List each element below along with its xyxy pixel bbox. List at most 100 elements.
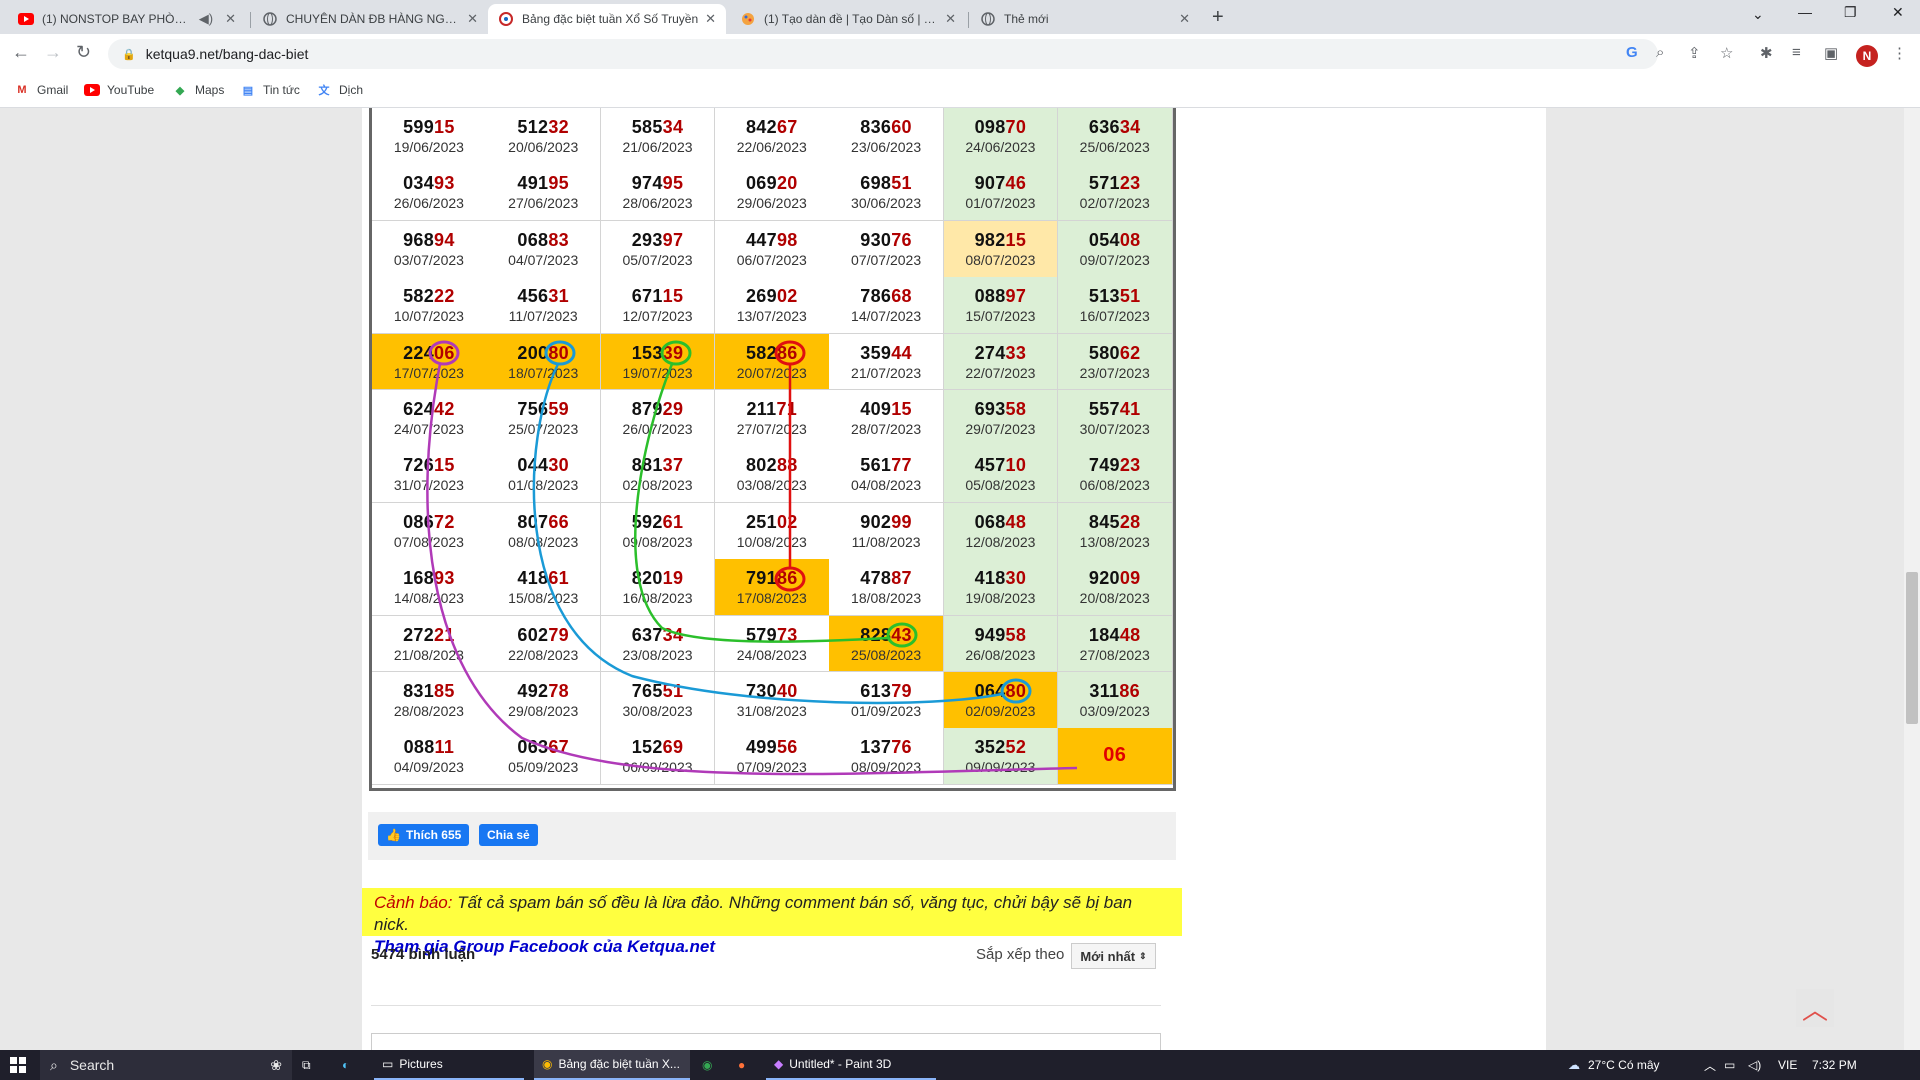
result-prefix: 491 xyxy=(517,173,549,194)
bookmark-news[interactable]: ▤ Tin tức xyxy=(240,83,300,97)
result-prefix: 064 xyxy=(974,681,1006,701)
taskbar-app-paint3d[interactable]: ◆ Untitled* - Paint 3D xyxy=(766,1050,936,1080)
taskbar-search[interactable]: ⌕ Search ❀ xyxy=(40,1050,292,1080)
facebook-share-button[interactable]: Chia sẻ xyxy=(479,824,538,846)
speaker-icon[interactable]: ◀) xyxy=(199,11,213,27)
task-view-icon[interactable]: ⧉ xyxy=(302,1050,311,1080)
extensions-icon[interactable]: ✱ xyxy=(1760,44,1773,62)
bookmark-gmail[interactable]: M Gmail xyxy=(14,83,68,97)
close-tab-icon[interactable]: ✕ xyxy=(467,11,478,27)
result-prefix: 671 xyxy=(631,286,663,307)
edge-icon[interactable]: ◐ xyxy=(342,1050,349,1080)
result-date: 03/07/2023 xyxy=(393,251,464,268)
result-prefix: 836 xyxy=(860,117,892,137)
windows-start-icon[interactable] xyxy=(10,1050,26,1080)
result-date: 17/08/2023 xyxy=(736,590,807,607)
result-last-two: 99 xyxy=(891,511,912,532)
result-prefix: 637 xyxy=(631,624,663,645)
minimize-button[interactable]: — xyxy=(1798,4,1812,20)
profile-avatar[interactable]: N xyxy=(1856,45,1878,67)
facebook-like-button[interactable]: 👍 Thích 655 xyxy=(378,824,470,846)
result-cell: 88137 02/08/2023 xyxy=(600,446,716,504)
result-cell: 21171 27/07/2023 xyxy=(714,390,830,447)
bookmark-translate[interactable]: 文 Dịch xyxy=(316,83,364,97)
media-control-icon[interactable]: ≡ xyxy=(1792,44,1801,61)
result-number: 76551 xyxy=(601,672,715,702)
network-icon[interactable]: ▭ xyxy=(1724,1050,1735,1080)
restore-button[interactable]: ❐ xyxy=(1844,4,1857,21)
menu-icon[interactable]: ⋮ xyxy=(1892,44,1907,62)
taskbar-app-chrome[interactable]: ◉ Bảng đặc biệt tuần X... xyxy=(534,1050,690,1080)
chrome-green-icon[interactable]: ◉ xyxy=(702,1050,712,1080)
google-lens-icon[interactable]: G xyxy=(1626,44,1638,61)
share-icon[interactable]: ⇪ xyxy=(1688,44,1701,62)
search-placeholder: Search xyxy=(69,1057,115,1073)
result-number: 13776 xyxy=(829,728,943,758)
address-bar[interactable]: 🔒 ketqua9.net/bang-dac-biet xyxy=(108,39,1658,69)
result-date: 09/08/2023 xyxy=(622,533,693,550)
result-date: 19/06/2023 xyxy=(393,139,464,155)
result-number: 47887 xyxy=(829,559,943,589)
firefox-icon[interactable]: ● xyxy=(738,1050,745,1080)
tab-chuyen-dan[interactable]: CHUYÊN DÀN ĐB HÀNG NGÀY X ✕ xyxy=(252,4,488,34)
tab-bang-dac-biet[interactable]: Bảng đặc biệt tuần Xổ Số Truyền ✕ xyxy=(488,4,726,34)
bookmark-maps[interactable]: ◆ Maps xyxy=(172,83,225,97)
result-number: 63634 xyxy=(1058,108,1172,138)
result-cell: 03493 26/06/2023 xyxy=(372,164,487,222)
result-number: 96894 xyxy=(372,221,486,251)
app-label: Untitled* - Paint 3D xyxy=(789,1057,892,1071)
new-tab-button[interactable]: + xyxy=(1212,6,1224,29)
close-tab-icon[interactable]: ✕ xyxy=(945,11,956,27)
result-date: 05/09/2023 xyxy=(508,759,579,776)
result-cell: 79186 17/08/2023 xyxy=(714,559,830,617)
tab-search-icon[interactable]: ⌄ xyxy=(1752,6,1764,23)
clock[interactable]: 7:32 PM xyxy=(1812,1050,1857,1080)
result-date: 06/08/2023 xyxy=(1079,477,1150,494)
gmail-icon: M xyxy=(17,84,27,96)
back-icon[interactable]: ← xyxy=(12,42,30,63)
result-cell: 51232 20/06/2023 xyxy=(486,108,602,165)
scrollbar-thumb[interactable] xyxy=(1906,572,1918,724)
result-number: 80288 xyxy=(715,446,829,476)
result-cell: 47887 18/08/2023 xyxy=(829,559,944,617)
result-cell: 87929 26/07/2023 xyxy=(600,390,716,447)
result-number: 93076 xyxy=(829,221,943,251)
side-panel-icon[interactable]: ▣ xyxy=(1824,44,1838,62)
tray-chevron-icon[interactable]: ︿ xyxy=(1704,1050,1716,1080)
result-cell: 82019 16/08/2023 xyxy=(600,559,716,617)
result-number: 58062 xyxy=(1058,334,1172,364)
result-cell: 49195 27/06/2023 xyxy=(486,164,602,222)
zoom-icon[interactable]: ⌕ xyxy=(1656,44,1664,61)
result-number: 16893 xyxy=(372,559,486,589)
close-window-button[interactable]: ✕ xyxy=(1892,4,1904,21)
close-tab-icon[interactable]: ✕ xyxy=(225,11,236,27)
result-date: 15/08/2023 xyxy=(508,590,579,607)
input-language[interactable]: VIE xyxy=(1778,1050,1797,1080)
result-last-two: 73 xyxy=(776,624,798,645)
bookmark-star-icon[interactable]: ☆ xyxy=(1720,44,1733,62)
result-prefix: 879 xyxy=(631,399,663,419)
volume-icon[interactable]: ◁) xyxy=(1748,1050,1761,1080)
taskbar-app-pictures[interactable]: ▭ Pictures xyxy=(374,1050,524,1080)
forward-icon[interactable]: → xyxy=(44,42,62,63)
tab-new[interactable]: Thẻ mới ✕ xyxy=(970,4,1200,34)
result-last-two: 51 xyxy=(1119,286,1141,307)
result-number: 08897 xyxy=(944,277,1058,307)
result-number: 27433 xyxy=(944,334,1058,364)
reload-icon[interactable]: ↻ xyxy=(76,42,91,63)
result-date: 06/07/2023 xyxy=(736,251,807,268)
sort-select[interactable]: Mới nhất ⇕ xyxy=(1071,943,1156,969)
result-date: 20/07/2023 xyxy=(736,364,807,381)
close-tab-icon[interactable]: ✕ xyxy=(1179,11,1190,27)
tab-tao-dan-de[interactable]: (1) Tạo dàn đề | Tạo Dàn số | Tạo ✕ xyxy=(730,4,966,34)
result-cell: 67115 12/07/2023 xyxy=(600,277,716,335)
tab-youtube[interactable]: (1) NONSTOP BAY PHÒNG 2( ◀) ✕ xyxy=(8,4,246,34)
bookmark-youtube[interactable]: YouTube xyxy=(84,83,154,97)
result-last-two: 15 xyxy=(434,455,455,476)
translate-icon: 文 xyxy=(318,85,330,97)
weather-widget[interactable]: ☁ 27°C Có mây xyxy=(1568,1050,1660,1080)
back-to-top-button[interactable]: ︿ xyxy=(1796,989,1834,1027)
close-tab-icon[interactable]: ✕ xyxy=(705,11,716,27)
globe-icon xyxy=(262,11,278,27)
result-last-two: 34 xyxy=(662,624,684,645)
